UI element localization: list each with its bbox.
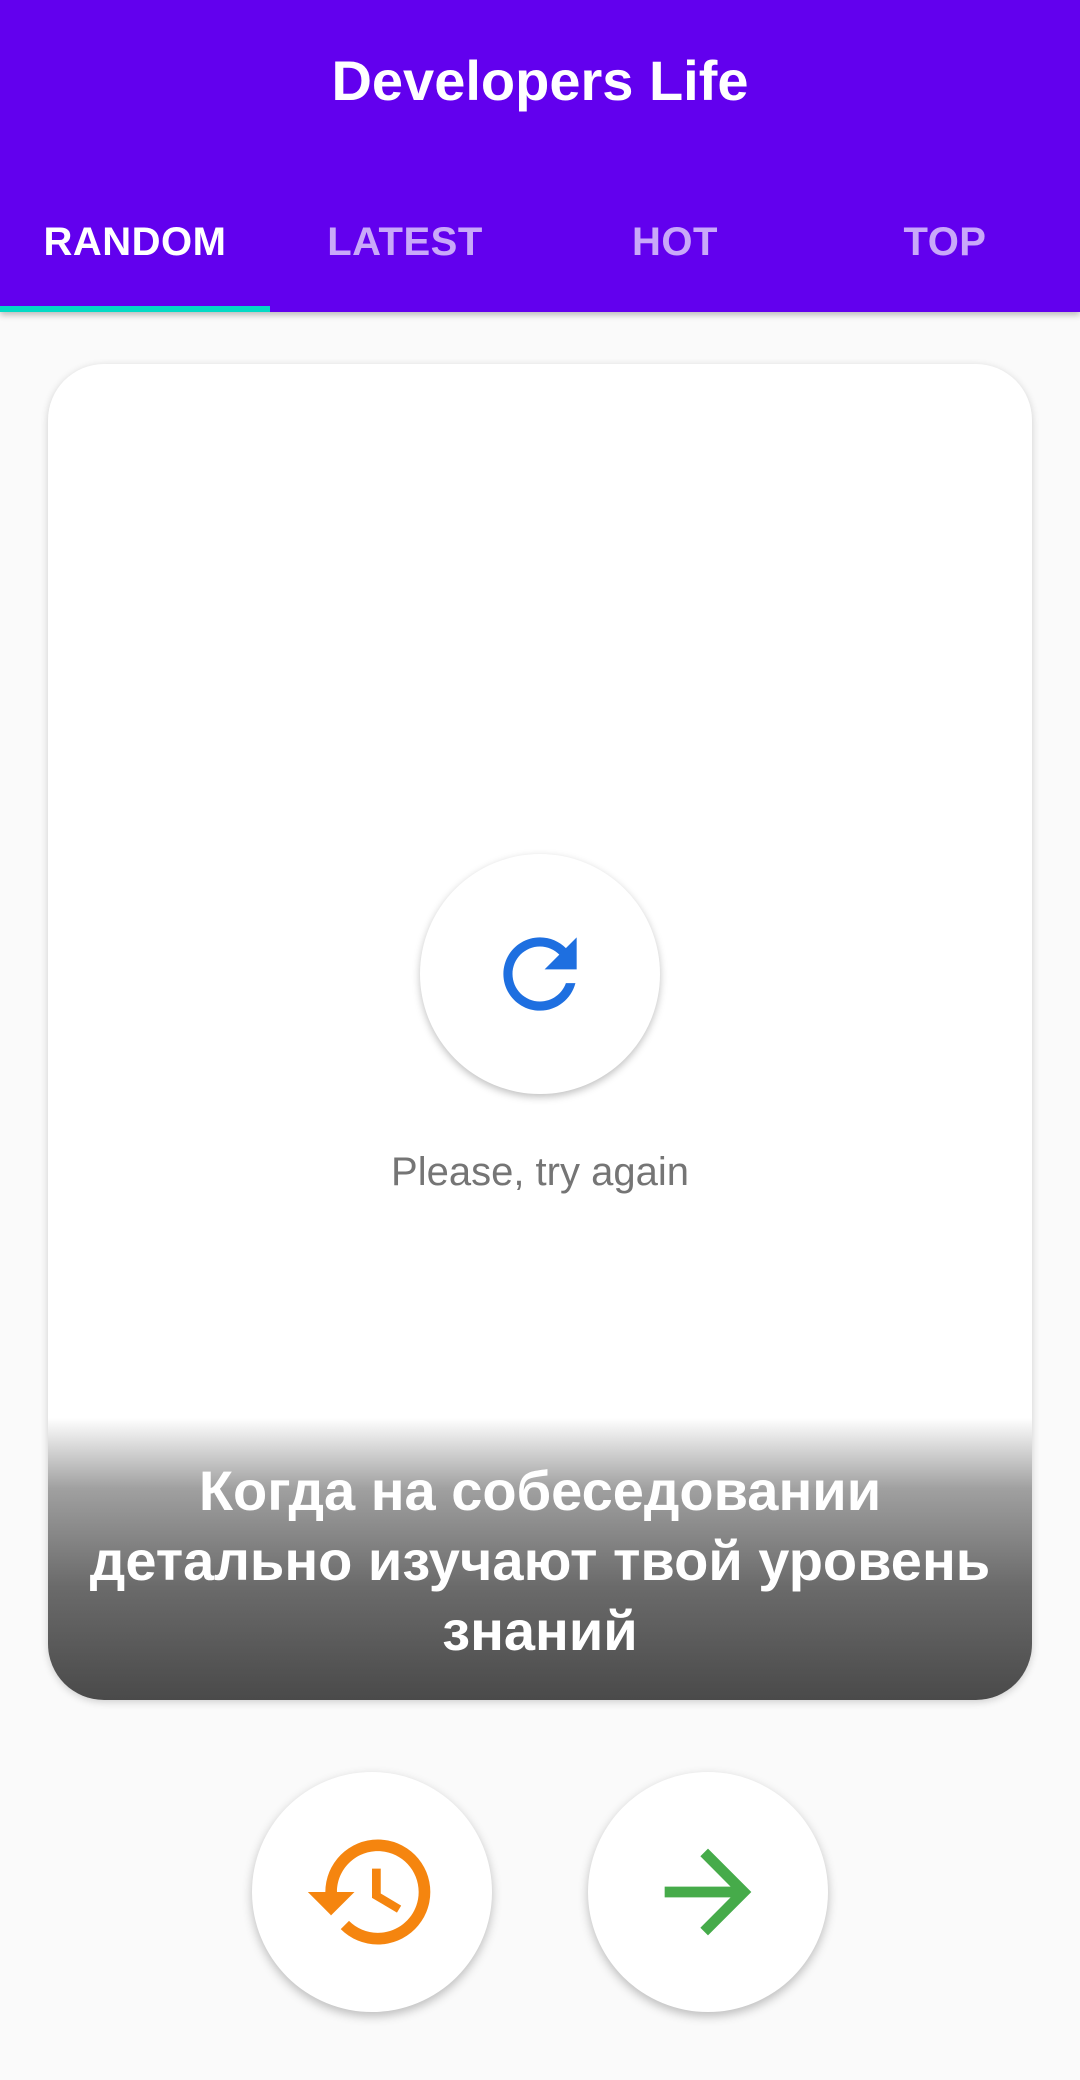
next-button[interactable] [588,1772,828,2012]
refresh-icon [503,937,577,1011]
post-caption: Когда на собеседовании детально изучают … [89,1459,991,1662]
tab-random[interactable]: RANDOM [0,200,270,312]
error-message: Please, try again [391,1150,689,1194]
tab-indicator [0,306,270,312]
post-card: Please, try again Когда на собеседовании… [48,364,1032,1700]
arrow-right-icon [664,1848,752,1936]
tab-bar: RANDOM LATEST HOT TOP [0,200,1080,312]
tab-latest[interactable]: LATEST [270,200,540,312]
app-bar: Developers Life RANDOM LATEST HOT TOP [0,0,1080,312]
back-button[interactable] [252,1772,492,2012]
app-title: Developers Life [331,49,749,112]
history-icon [307,1839,431,1945]
retry-button[interactable] [420,854,660,1094]
tab-hot[interactable]: HOT [540,200,810,312]
caption-overlay: Когда на собеседовании детально изучают … [48,1418,1032,1700]
tab-top[interactable]: TOP [810,200,1080,312]
